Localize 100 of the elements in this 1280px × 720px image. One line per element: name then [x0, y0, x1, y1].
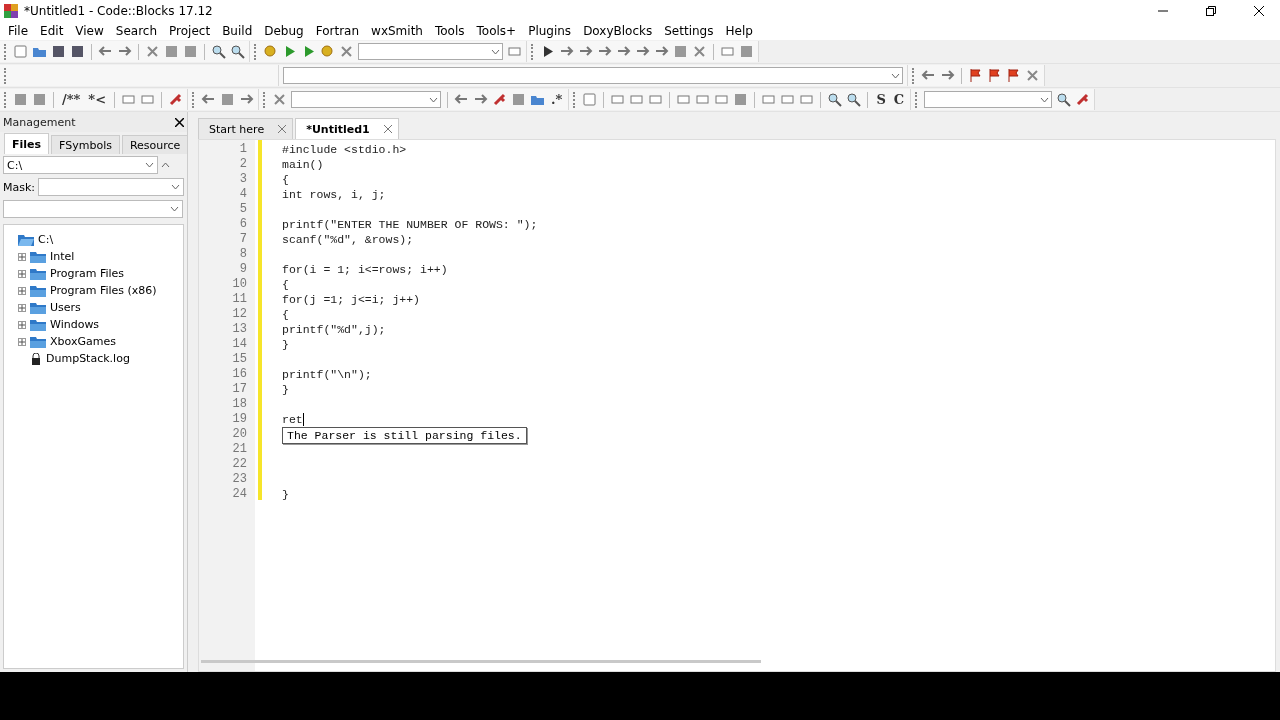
- highlight-pen-icon[interactable]: [492, 92, 508, 107]
- line-number: 9: [238, 262, 248, 277]
- replace-icon[interactable]: [230, 44, 245, 59]
- save-all-icon[interactable]: [70, 44, 85, 59]
- menu-item[interactable]: File: [2, 24, 35, 38]
- menu-item[interactable]: Edit: [34, 24, 70, 38]
- folder-icon: [30, 267, 46, 280]
- horizontal-scrollbar[interactable]: [201, 660, 761, 663]
- menu-item[interactable]: Settings: [658, 24, 720, 38]
- folder-icon: [30, 301, 46, 314]
- code-line: int rows, i, j;: [282, 188, 386, 201]
- zoom-in-icon[interactable]: [827, 92, 843, 107]
- folder-icon: [30, 284, 46, 297]
- tree-item[interactable]: Program Files: [50, 267, 125, 280]
- menu-item[interactable]: Plugins: [522, 24, 578, 38]
- zoom-out-icon[interactable]: [846, 92, 862, 107]
- tree-item[interactable]: Program Files (x86): [50, 284, 157, 297]
- line-number: 18: [231, 397, 248, 412]
- path-dropdown[interactable]: C:\: [3, 156, 158, 174]
- menu-item[interactable]: Debug: [258, 24, 310, 38]
- clear-bookmarks-icon[interactable]: [1025, 68, 1040, 83]
- line-number: 10: [231, 277, 248, 292]
- debug-window-icon[interactable]: [720, 44, 735, 59]
- stop-icon[interactable]: [692, 44, 707, 59]
- code-line: printf("ENTER THE NUMBER OF ROWS: ");: [282, 218, 538, 231]
- editor-tab[interactable]: *Untitled1: [295, 118, 399, 139]
- line-number: 16: [231, 367, 248, 382]
- frame-icon[interactable]: [799, 92, 815, 107]
- folder-icon: [30, 335, 46, 348]
- close-icon[interactable]: [175, 117, 184, 127]
- search-icon[interactable]: [211, 44, 226, 59]
- search-icon[interactable]: [1056, 92, 1072, 107]
- new-file-icon[interactable]: [13, 44, 28, 59]
- line-number: 24: [231, 487, 248, 502]
- image-icon[interactable]: [648, 92, 664, 107]
- folder-icon: [30, 318, 46, 331]
- panel-tab[interactable]: Files: [4, 133, 50, 154]
- line-number: 7: [238, 232, 248, 247]
- search-text-dropdown[interactable]: [291, 91, 442, 108]
- menu-item[interactable]: View: [69, 24, 110, 38]
- maximize-icon[interactable]: [1206, 6, 1216, 16]
- previous-bookmark-icon[interactable]: [987, 68, 1002, 83]
- folder-icon: [30, 250, 46, 263]
- build-target-dropdown[interactable]: [358, 43, 503, 60]
- code-line: }: [282, 488, 289, 501]
- tag-icon[interactable]: [272, 92, 288, 107]
- line-number: 5: [238, 202, 248, 217]
- lock-icon: [30, 352, 42, 365]
- code-line: #include <stdio.h>: [282, 143, 407, 156]
- bookmark-flag-icon[interactable]: [968, 68, 983, 83]
- tree-item[interactable]: DumpStack.log: [46, 352, 130, 365]
- menu-item[interactable]: Project: [163, 24, 217, 38]
- image-icon[interactable]: [629, 92, 645, 107]
- code-scope-dropdown[interactable]: [283, 67, 903, 84]
- regex-button[interactable]: .*: [549, 92, 565, 107]
- rectangle-icon[interactable]: [610, 92, 626, 107]
- close-icon[interactable]: [1254, 6, 1264, 16]
- line-number: 14: [231, 337, 248, 352]
- build-gear-icon[interactable]: [263, 44, 278, 59]
- line-number: 3: [238, 172, 248, 187]
- menu-item[interactable]: Tools+: [470, 24, 523, 38]
- line-number: 12: [231, 307, 248, 322]
- tree-item[interactable]: C:\: [38, 233, 54, 246]
- menu-item[interactable]: wxSmith: [365, 24, 429, 38]
- line-number: 11: [231, 292, 248, 307]
- strip-s-button[interactable]: S: [874, 92, 888, 107]
- tree-item[interactable]: Users: [50, 301, 81, 314]
- line-number: 21: [231, 442, 248, 457]
- code-line: }: [282, 383, 289, 396]
- panel-tab[interactable]: Resource: [121, 135, 189, 154]
- line-comment-button[interactable]: *<: [86, 92, 109, 107]
- abort-icon[interactable]: [339, 44, 354, 59]
- tree-item[interactable]: XboxGames: [50, 335, 116, 348]
- panel-tab[interactable]: FSymbols: [51, 135, 120, 154]
- menu-item[interactable]: Build: [216, 24, 259, 38]
- save-icon[interactable]: [51, 44, 66, 59]
- line-number: 4: [238, 187, 248, 202]
- code-line: main(): [282, 158, 324, 171]
- cut-icon[interactable]: [145, 44, 160, 59]
- wrench-icon[interactable]: [168, 92, 184, 107]
- menu-item[interactable]: Tools: [428, 24, 471, 38]
- panel-title: Management: [3, 115, 76, 129]
- code-line: {: [282, 173, 289, 186]
- line-number: 20: [231, 427, 248, 442]
- tree-item[interactable]: Windows: [50, 318, 100, 331]
- menu-item[interactable]: DoxyBlocks: [577, 24, 659, 38]
- next-bookmark-icon[interactable]: [1006, 68, 1021, 83]
- frame-icon[interactable]: [761, 92, 777, 107]
- menu-item[interactable]: Help: [719, 24, 759, 38]
- target-settings-icon[interactable]: [507, 44, 522, 59]
- editor-tab[interactable]: Start here: [198, 118, 294, 139]
- mask-label: Mask:: [3, 180, 36, 194]
- tree-item[interactable]: Intel: [50, 250, 75, 263]
- line-number: 2: [238, 157, 248, 172]
- frame-icon[interactable]: [780, 92, 796, 107]
- menu-item[interactable]: Search: [109, 24, 164, 38]
- menu-item[interactable]: Fortran: [309, 24, 366, 38]
- wrench-icon[interactable]: [1075, 92, 1091, 107]
- doc-comment-button[interactable]: /**: [60, 92, 83, 107]
- strip-c-button[interactable]: C: [891, 92, 907, 107]
